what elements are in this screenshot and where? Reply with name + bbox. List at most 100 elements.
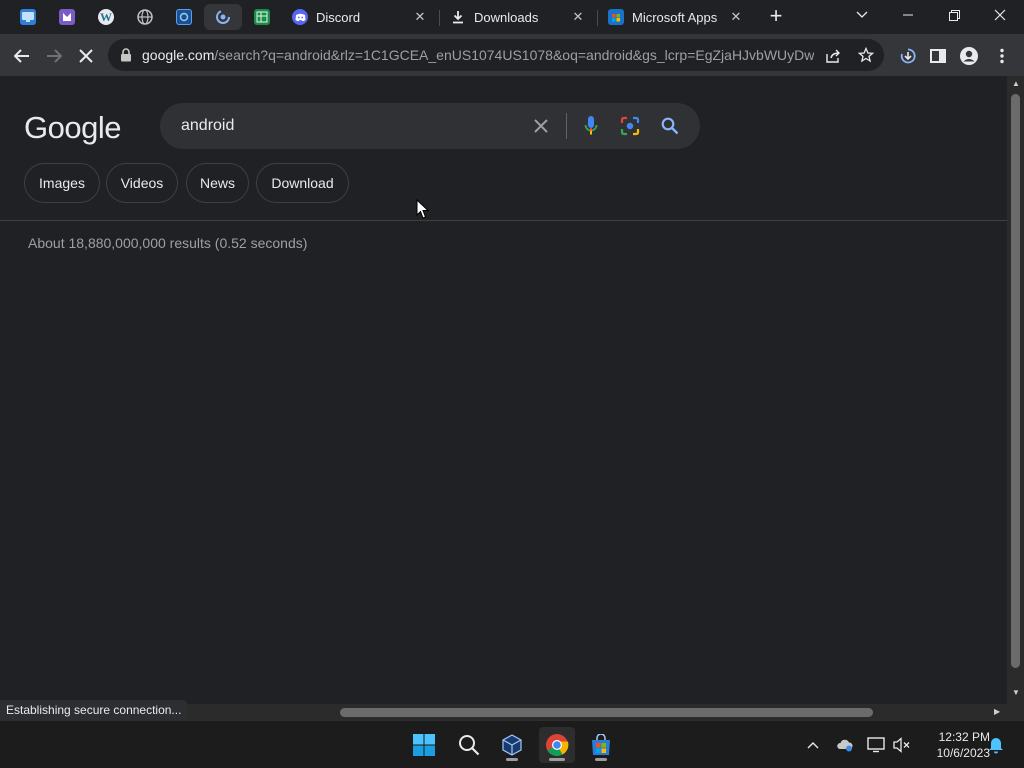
download-progress-icon xyxy=(900,48,916,64)
pinned-tab-wordpress[interactable]: W xyxy=(87,4,125,30)
minimize-button[interactable] xyxy=(886,0,930,30)
download-icon xyxy=(450,9,466,25)
loading-icon xyxy=(215,9,231,25)
scroll-up-arrow-icon[interactable]: ▲ xyxy=(1012,79,1020,88)
tab-search-button[interactable] xyxy=(840,0,884,30)
stop-button[interactable] xyxy=(73,43,99,69)
screen: W Discord ✕ Downloads ✕ Microsoft Apps ✕… xyxy=(0,0,1024,768)
tab-divider xyxy=(439,10,440,26)
spreadsheet-icon xyxy=(254,9,270,25)
downloads-button[interactable] xyxy=(895,43,921,69)
address-bar[interactable]: google.com/search?q=android&rlz=1C1GCEA_… xyxy=(108,39,884,71)
back-button[interactable] xyxy=(9,43,35,69)
mouse-cursor-icon xyxy=(416,199,430,219)
speaker-muted-icon xyxy=(893,737,910,753)
pinned-tab-spreadsheet[interactable] xyxy=(243,4,281,30)
network-button[interactable] xyxy=(866,735,886,755)
scroll-down-arrow-icon[interactable]: ▼ xyxy=(1012,688,1020,697)
close-tab-icon[interactable]: ✕ xyxy=(728,9,744,25)
bell-icon xyxy=(989,737,1003,753)
google-logo[interactable]: Google xyxy=(24,110,121,146)
pinned-tab-app[interactable] xyxy=(48,4,86,30)
share-button[interactable] xyxy=(824,45,844,65)
filter-chip-videos[interactable]: Videos xyxy=(106,163,178,203)
close-tab-icon[interactable]: ✕ xyxy=(570,9,586,25)
pinned-tab-globe[interactable] xyxy=(126,4,164,30)
pinned-tab-loading[interactable] xyxy=(204,4,242,30)
windows-logo-icon xyxy=(413,734,435,756)
bookmark-button[interactable] xyxy=(856,45,876,65)
minimize-icon xyxy=(903,14,913,16)
forward-button[interactable] xyxy=(41,43,67,69)
arrow-left-icon xyxy=(14,49,29,63)
network-icon xyxy=(867,737,885,753)
tab-strip: W Discord ✕ Downloads ✕ Microsoft Apps ✕… xyxy=(0,0,1024,34)
lens-search-button[interactable] xyxy=(619,115,641,137)
vertical-scroll-thumb[interactable] xyxy=(1011,94,1020,668)
vertical-scrollbar[interactable]: ▲ ▼ xyxy=(1007,76,1024,704)
cloud-icon xyxy=(837,739,853,752)
tab-title: Microsoft Apps xyxy=(632,9,718,25)
tab-microsoft-apps[interactable]: Microsoft Apps ✕ xyxy=(600,4,752,30)
volume-button[interactable] xyxy=(892,735,912,755)
purple-app-icon xyxy=(59,9,75,25)
pinned-tab-remote-desktop[interactable] xyxy=(9,4,47,30)
taskbar-virtualbox[interactable] xyxy=(494,727,530,763)
chevron-up-icon xyxy=(807,742,819,749)
tab-title: Discord xyxy=(316,9,361,25)
scroll-right-arrow-icon[interactable]: ▶ xyxy=(994,707,1000,716)
wordpress-icon: W xyxy=(98,9,114,25)
search-box[interactable]: android xyxy=(160,103,700,149)
search-input[interactable]: android xyxy=(181,117,234,135)
blue-app-icon xyxy=(176,9,192,25)
star-icon xyxy=(858,47,874,63)
running-indicator xyxy=(506,758,518,761)
pinned-tab-settings[interactable] xyxy=(165,4,203,30)
restore-icon xyxy=(948,9,960,21)
share-icon xyxy=(826,49,840,63)
tab-downloads[interactable]: Downloads ✕ xyxy=(442,4,594,30)
filter-chip-news[interactable]: News xyxy=(186,163,249,203)
close-window-button[interactable] xyxy=(978,0,1022,30)
close-icon xyxy=(994,9,1006,21)
header-divider xyxy=(0,220,1007,221)
search-divider xyxy=(566,113,567,139)
taskbar-microsoft-store[interactable] xyxy=(583,727,619,763)
start-button[interactable] xyxy=(406,727,442,763)
search-icon xyxy=(459,735,480,756)
filter-chip-download[interactable]: Download xyxy=(256,163,349,203)
arrow-right-icon xyxy=(47,49,62,63)
microsoft-store-icon xyxy=(608,9,624,25)
search-button[interactable] xyxy=(659,115,681,137)
filter-chip-images[interactable]: Images xyxy=(24,163,100,203)
virtualbox-icon xyxy=(502,734,522,756)
tab-divider xyxy=(597,10,598,26)
profile-button[interactable] xyxy=(956,43,982,69)
menu-button[interactable] xyxy=(989,43,1015,69)
notifications-button[interactable] xyxy=(986,735,1006,755)
browser-toolbar: google.com/search?q=android&rlz=1C1GCEA_… xyxy=(0,34,1024,76)
close-tab-icon[interactable]: ✕ xyxy=(412,9,428,25)
chevron-down-icon xyxy=(856,11,868,18)
windows-taskbar: 12:32 PM 10/6/2023 xyxy=(0,720,1024,768)
restore-button[interactable] xyxy=(932,0,976,30)
onedrive-button[interactable] xyxy=(835,735,855,755)
side-panel-button[interactable] xyxy=(925,43,951,69)
tab-title: Downloads xyxy=(474,9,539,25)
url-path: /search?q=android&rlz=1C1GCEA_enUS1074US… xyxy=(214,47,814,63)
clock-time: 12:32 PM xyxy=(938,730,990,744)
horizontal-scroll-thumb[interactable] xyxy=(340,708,873,717)
show-hidden-icons-button[interactable] xyxy=(803,735,823,755)
microphone-icon xyxy=(584,116,598,135)
clear-search-button[interactable] xyxy=(530,115,552,137)
taskbar-chrome[interactable] xyxy=(539,727,575,763)
globe-icon xyxy=(137,9,153,25)
clock[interactable]: 12:32 PM 10/6/2023 xyxy=(918,729,990,761)
microsoft-store-icon xyxy=(592,734,610,755)
url-host: google.com xyxy=(142,47,215,63)
profile-icon xyxy=(960,47,978,65)
taskbar-search-button[interactable] xyxy=(451,727,487,763)
voice-search-button[interactable] xyxy=(580,115,602,137)
new-tab-button[interactable]: + xyxy=(764,5,788,28)
tab-discord[interactable]: Discord ✕ xyxy=(284,4,436,30)
